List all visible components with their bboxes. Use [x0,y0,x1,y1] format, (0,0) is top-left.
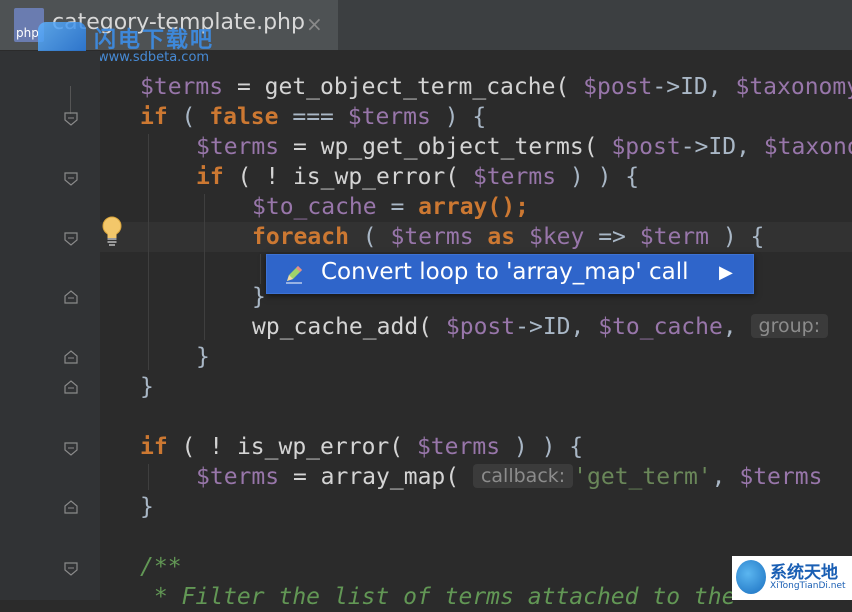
watermark-url: www.sdbeta.com [98,50,210,65]
triangle-right-icon[interactable]: ▶ [719,262,733,283]
code-line[interactable]: $terms = wp_get_object_terms( $post->ID,… [196,132,852,162]
code-line-current[interactable]: foreach ( $terms as $key => $term ) { [252,222,764,252]
fold-marker-icon[interactable] [64,172,78,186]
indent-guide [260,254,261,284]
close-icon[interactable]: × [306,12,323,36]
watermark-xitongtiandi: 系统天地 XiTongTianDi.net [732,556,852,600]
code-line[interactable]: } [140,372,154,402]
fold-marker-icon[interactable] [64,290,78,304]
watermark-title: 系统天地 [770,563,838,583]
indent-guide [204,194,205,340]
code-line[interactable]: wp_cache_add( $post->ID, $to_cache, grou… [252,312,829,342]
intention-action-item[interactable]: Convert loop to 'array_map' call ▶ [266,254,754,294]
watermark-logo-icon [736,560,766,594]
code-line[interactable]: } [252,282,266,312]
code-line[interactable]: $to_cache = array(); [252,192,529,222]
lightbulb-icon[interactable] [100,215,124,247]
code-line[interactable]: } [140,492,154,522]
code-line[interactable]: /** [140,552,182,582]
pencil-icon [283,263,305,285]
code-line[interactable]: if ( false === $terms ) { [140,102,486,132]
code-line[interactable]: if ( ! is_wp_error( $terms ) ) { [140,432,583,462]
editor-gutter [0,51,100,600]
code-line[interactable]: $terms = array_map( callback:'get_term',… [196,462,822,492]
code-line[interactable]: * Filter the list of terms attached to t… [140,582,736,612]
fold-marker-icon[interactable] [64,232,78,246]
fold-marker-icon[interactable] [64,350,78,364]
watermark-url: XiTongTianDi.net [770,581,846,591]
fold-line [70,86,71,114]
code-line[interactable]: $terms = get_object_term_cache( $post->I… [140,72,852,102]
fold-marker-icon[interactable] [64,380,78,394]
parameter-hint: callback: [472,464,574,488]
parameter-hint: group: [750,314,829,338]
fold-marker-icon[interactable] [64,112,78,126]
fold-marker-icon[interactable] [64,562,78,576]
indent-guide [148,464,149,490]
code-line[interactable]: if ( ! is_wp_error( $terms ) ) { [196,162,639,192]
code-line[interactable]: } [196,342,210,372]
fold-marker-icon[interactable] [64,442,78,456]
intention-label: Convert loop to 'array_map' call [321,259,689,285]
indent-guide [148,134,149,370]
fold-marker-icon[interactable] [64,500,78,514]
